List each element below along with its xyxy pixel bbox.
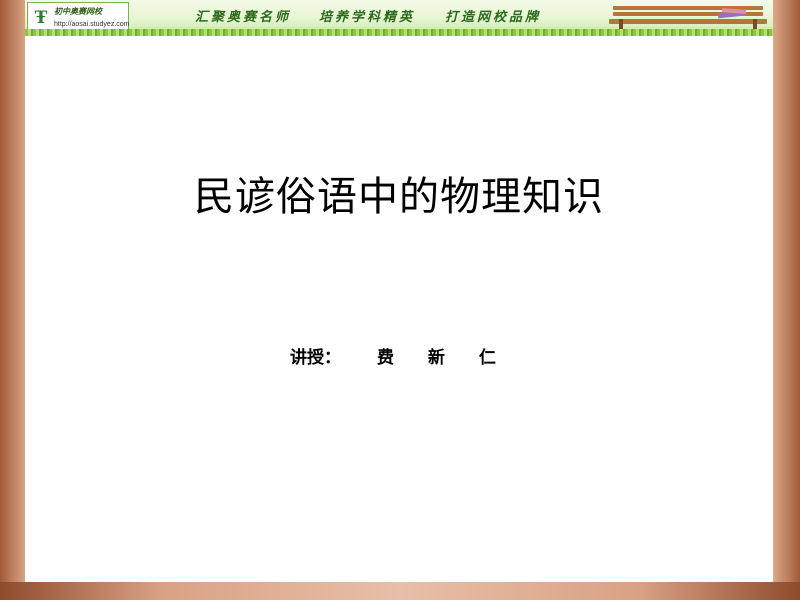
slide-canvas bbox=[25, 0, 773, 582]
lecturer-label: 讲授： bbox=[290, 348, 341, 368]
slogan-3: 打造网校品牌 bbox=[445, 10, 542, 25]
footer-strip bbox=[0, 582, 800, 600]
school-logo-icon: Ŧ bbox=[34, 8, 48, 28]
slogan-1: 汇聚奥赛名师 bbox=[195, 10, 292, 25]
logo-name: 初中奥赛网校 bbox=[54, 6, 102, 16]
slogan-2: 培养学科精英 bbox=[319, 10, 416, 25]
lecturer-line: 讲授： 费 新 仁 bbox=[290, 343, 510, 368]
slide-title: 民谚俗语中的物理知识 bbox=[194, 174, 604, 220]
park-bench-icon bbox=[605, 2, 770, 32]
grass-decoration bbox=[25, 29, 773, 36]
header-banner: Ŧ 初中奥赛网校 http://aosai.studyez.com 汇聚奥赛名师… bbox=[25, 0, 773, 36]
logo-url: http://aosai.studyez.com bbox=[54, 21, 130, 28]
lecturer-name: 费 新 仁 bbox=[377, 348, 510, 368]
